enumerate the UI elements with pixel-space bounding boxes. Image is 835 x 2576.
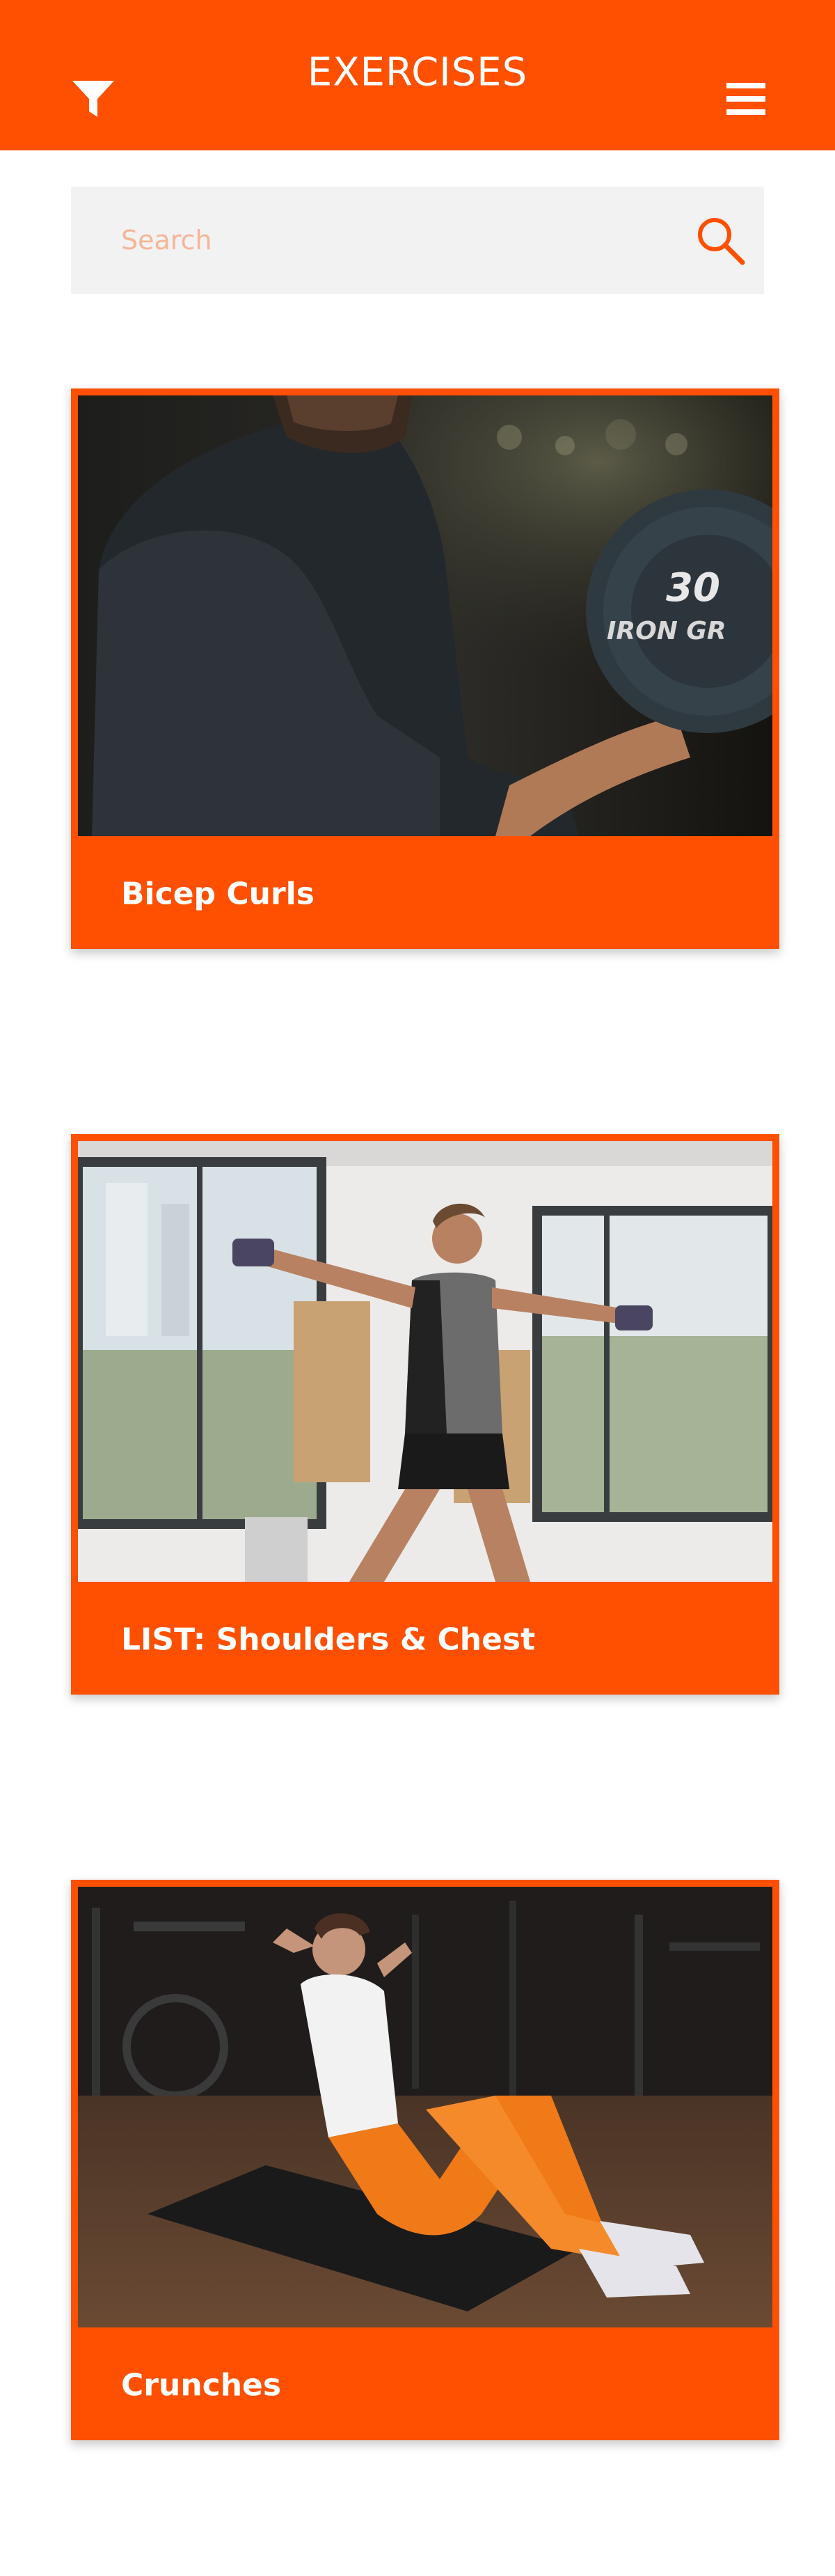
- page-title: EXERCISES: [307, 49, 528, 95]
- exercise-card-label: Bicep Curls: [121, 876, 315, 912]
- exercise-image-shoulders-chest: [78, 1141, 772, 1582]
- menu-button[interactable]: [711, 64, 781, 134]
- exercise-image-crunches: [78, 1887, 772, 2327]
- exercise-card-label: LIST: Shoulders & Chest: [121, 1621, 536, 1658]
- search-button[interactable]: [682, 202, 758, 278]
- exercise-card-label: Crunches: [121, 2367, 282, 2403]
- search-icon: [698, 218, 745, 265]
- hamburger-menu-icon: [726, 83, 765, 115]
- search-bar: [71, 187, 764, 294]
- search-input[interactable]: [71, 187, 642, 294]
- exercise-card-bicep-curls[interactable]: 30 IRON GR Bicep Curls: [71, 388, 779, 949]
- app-header: EXERCISES: [0, 0, 835, 150]
- svg-text:IRON GR: IRON GR: [607, 617, 726, 645]
- exercise-card-crunches[interactable]: Crunches: [71, 1880, 779, 2440]
- exercise-image-bicep-curls: 30 IRON GR: [78, 395, 772, 836]
- svg-text:30: 30: [666, 565, 720, 611]
- exercise-card-shoulders-chest[interactable]: LIST: Shoulders & Chest: [71, 1134, 779, 1695]
